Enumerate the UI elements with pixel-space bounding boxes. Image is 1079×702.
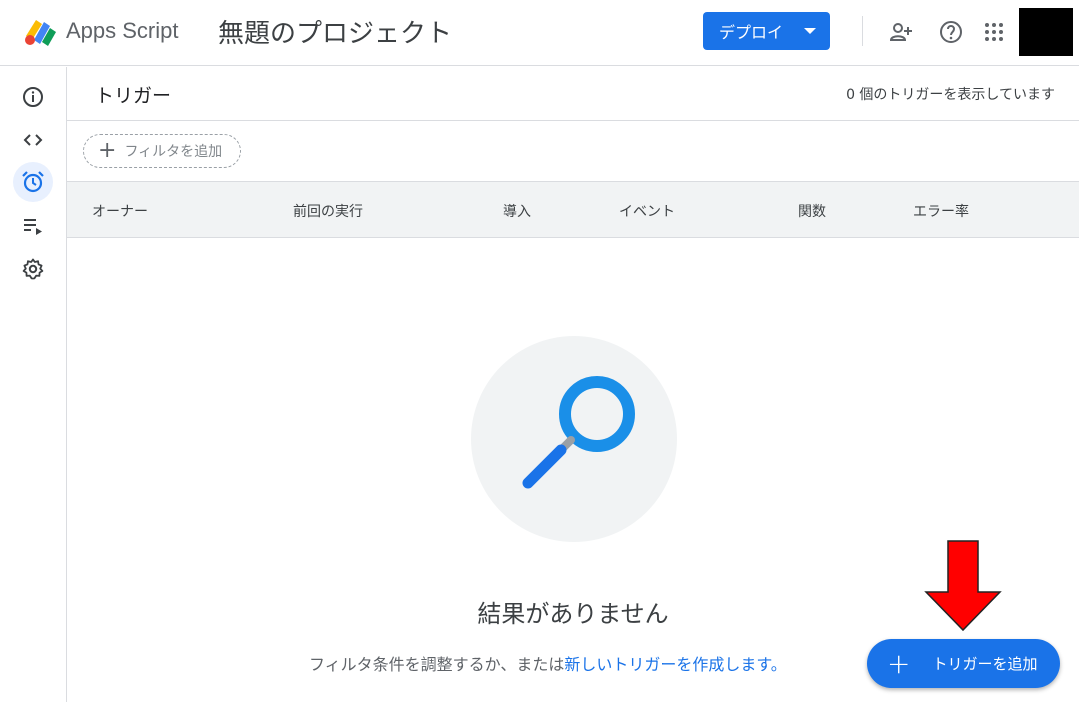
column-header-error-rate[interactable]: エラー率 bbox=[913, 201, 969, 221]
add-filter-button[interactable]: + フィルタを追加 bbox=[83, 134, 241, 168]
chevron-down-icon bbox=[804, 28, 816, 34]
code-icon bbox=[23, 134, 43, 146]
plus-icon: + bbox=[887, 646, 911, 680]
deploy-button[interactable]: デプロイ bbox=[703, 12, 830, 50]
help-icon[interactable] bbox=[938, 19, 964, 45]
executions-list-icon bbox=[24, 219, 42, 235]
add-filter-label: フィルタを追加 bbox=[124, 144, 223, 160]
project-title[interactable]: 無題のプロジェクト bbox=[218, 13, 452, 50]
add-person-icon[interactable] bbox=[888, 19, 914, 45]
filter-bar: + フィルタを追加 bbox=[67, 121, 1079, 181]
column-header-last-run[interactable]: 前回の実行 bbox=[293, 201, 363, 221]
magnifier-icon bbox=[522, 376, 635, 489]
column-header-owner[interactable]: オーナー bbox=[92, 201, 148, 221]
nav-executions[interactable] bbox=[13, 206, 53, 246]
apps-script-logo-icon[interactable] bbox=[22, 14, 60, 48]
info-icon bbox=[23, 87, 43, 107]
deploy-button-label: デプロイ bbox=[719, 23, 784, 42]
empty-state-illustration bbox=[471, 336, 677, 542]
plus-icon: + bbox=[98, 138, 117, 163]
column-header-function[interactable]: 関数 bbox=[798, 201, 826, 221]
add-trigger-button[interactable]: + トリガーを追加 bbox=[867, 639, 1060, 688]
column-header-event[interactable]: イベント bbox=[619, 201, 675, 221]
empty-state-message: フィルタ条件を調整するか、または新しいトリガーを作成します。 bbox=[309, 651, 787, 675]
red-arrow-annotation-icon bbox=[924, 540, 1002, 632]
empty-state-message-text: フィルタ条件を調整するか、または bbox=[309, 655, 565, 674]
gear-icon bbox=[22, 258, 44, 280]
nav-triggers[interactable] bbox=[13, 162, 53, 202]
nav-editor[interactable] bbox=[13, 120, 53, 160]
brand-name: Apps Script bbox=[66, 18, 179, 43]
left-nav-rail bbox=[0, 67, 67, 702]
apps-grid-icon[interactable] bbox=[981, 19, 1007, 45]
divider bbox=[862, 16, 863, 46]
add-trigger-label: トリガーを追加 bbox=[932, 655, 1038, 673]
table-header: オーナー 前回の実行 導入 イベント 関数 エラー率 bbox=[67, 181, 1079, 238]
page-header: トリガー 0 個のトリガーを表示しています bbox=[67, 67, 1079, 121]
avatar[interactable] bbox=[1019, 8, 1073, 56]
column-header-deployment[interactable]: 導入 bbox=[503, 201, 531, 221]
create-trigger-link[interactable]: 新しいトリガーを作成します。 bbox=[564, 655, 786, 674]
alarm-clock-icon bbox=[22, 171, 44, 193]
trigger-count-text: 0 個のトリガーを表示しています bbox=[846, 87, 1055, 103]
nav-overview[interactable] bbox=[13, 77, 53, 117]
page-title: トリガー bbox=[95, 85, 172, 107]
top-bar: Apps Script 無題のプロジェクト デプロイ bbox=[0, 0, 1079, 66]
nav-settings[interactable] bbox=[13, 249, 53, 289]
